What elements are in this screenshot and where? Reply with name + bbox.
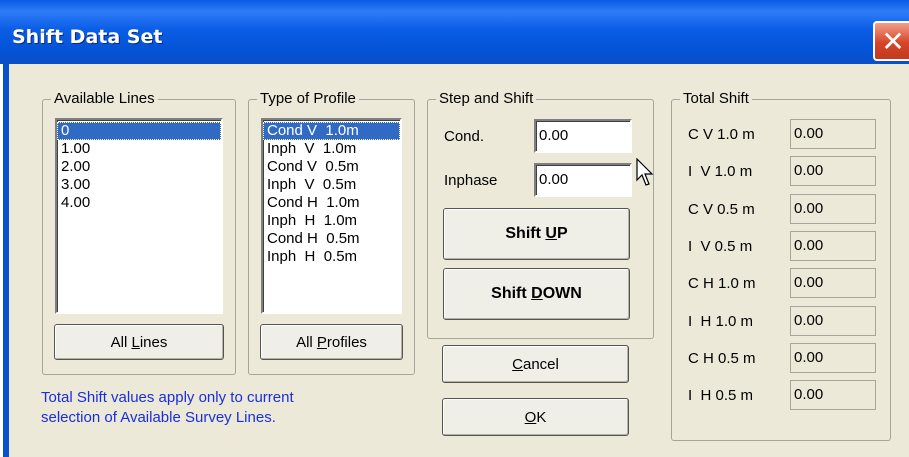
- list-item[interactable]: 4.00: [57, 194, 221, 212]
- list-item[interactable]: Inph H 0.5m: [263, 248, 400, 266]
- cancel-button[interactable]: Cancel: [442, 345, 629, 383]
- dialog-body: Available Lines 0 1.00 2.00 3.00 4.00 Al…: [9, 64, 909, 457]
- list-item[interactable]: 3.00: [57, 176, 221, 194]
- total-shift-row-value: 0.00: [790, 380, 876, 411]
- shift-down-button[interactable]: Shift DOWN: [443, 268, 630, 320]
- total-shift-row-label: C V 1.0 m: [688, 126, 755, 143]
- cond-label: Cond.: [444, 128, 485, 145]
- total-shift-row-value: 0.00: [790, 230, 876, 261]
- total-shift-legend: Total Shift: [680, 90, 752, 107]
- all-lines-button[interactable]: All Lines: [54, 324, 224, 360]
- list-item[interactable]: Cond V 1.0m: [263, 122, 400, 140]
- ok-button[interactable]: OK: [442, 398, 629, 436]
- shift-down-label: Shift DOWN: [491, 285, 582, 302]
- list-item[interactable]: Inph V 0.5m: [263, 176, 400, 194]
- total-shift-row-label: C V 0.5 m: [688, 200, 755, 218]
- all-profiles-label: All Profiles: [296, 333, 367, 351]
- inphase-input[interactable]: 0.00: [534, 163, 632, 197]
- shift-up-label: Shift UP: [505, 225, 568, 242]
- type-of-profile-group: Type of Profile Cond V 1.0m Inph V 1.0m …: [248, 90, 415, 375]
- list-item[interactable]: Inph H 1.0m: [263, 212, 400, 230]
- list-item[interactable]: Inph V 1.0m: [263, 140, 400, 158]
- ok-label: OK: [524, 408, 547, 426]
- info-note-line-1: Total Shift values apply only to current: [41, 389, 294, 406]
- total-shift-row-label: I H 0.5 m: [688, 387, 754, 405]
- window-border: [0, 64, 9, 457]
- close-icon: ✕: [881, 24, 905, 58]
- available-lines-group: Available Lines 0 1.00 2.00 3.00 4.00 Al…: [42, 90, 236, 375]
- total-shift-row-label: I H 1.0 m: [688, 312, 754, 330]
- total-shift-row-value: 0.00: [790, 305, 876, 336]
- list-item[interactable]: Cond H 0.5m: [263, 230, 400, 248]
- all-profiles-button[interactable]: All Profiles: [260, 324, 403, 360]
- total-shift-row-label: I V 0.5 m: [688, 237, 753, 255]
- window-title: Shift Data Set: [12, 26, 163, 48]
- shift-data-set-dialog: Shift Data Set ✕ Available Lines 0 1.00 …: [0, 0, 909, 457]
- type-of-profile-legend: Type of Profile: [257, 90, 359, 107]
- total-shift-group: Total Shift C V 1.0 m 0.00 I V 1.0 m 0.00 C …: [671, 90, 891, 441]
- cancel-label: Cancel: [512, 355, 559, 373]
- total-shift-row-value: 0.00: [790, 193, 876, 224]
- all-lines-label: All Lines: [110, 333, 168, 351]
- total-shift-row-label: I V 1.0 m: [688, 163, 753, 181]
- list-item[interactable]: 1.00: [57, 140, 221, 158]
- total-shift-row-label: C H 1.0 m: [688, 275, 756, 293]
- type-of-profile-listbox[interactable]: Cond V 1.0m Inph V 1.0m Cond V 0.5m Inph…: [261, 118, 402, 314]
- cond-input[interactable]: 0.00: [534, 119, 632, 153]
- info-note-line-2: selection of Available Survey Lines.: [41, 409, 276, 426]
- info-note: Total Shift values apply only to current…: [41, 388, 294, 428]
- list-item[interactable]: 0: [57, 122, 221, 140]
- list-item[interactable]: 2.00: [57, 158, 221, 176]
- close-button[interactable]: ✕: [873, 21, 909, 61]
- list-item[interactable]: Cond H 1.0m: [263, 194, 400, 212]
- available-lines-listbox[interactable]: 0 1.00 2.00 3.00 4.00: [55, 118, 223, 314]
- total-shift-row-value: 0.00: [790, 119, 876, 149]
- shift-up-button[interactable]: Shift UP: [443, 208, 630, 260]
- total-shift-row-label: C H 0.5 m: [688, 349, 756, 367]
- available-lines-legend: Available Lines: [51, 90, 158, 107]
- total-shift-row-value: 0.00: [790, 156, 876, 187]
- mouse-pointer-icon: [636, 158, 654, 186]
- list-item[interactable]: Cond V 0.5m: [263, 158, 400, 176]
- title-bar[interactable]: Shift Data Set ✕: [0, 0, 909, 64]
- total-shift-row-value: 0.00: [790, 342, 876, 373]
- step-and-shift-group: Step and Shift Cond. 0.00 Inphase 0.00 S…: [427, 90, 654, 339]
- inphase-label: Inphase: [444, 172, 498, 189]
- step-and-shift-legend: Step and Shift: [436, 90, 537, 107]
- total-shift-row-value: 0.00: [790, 268, 876, 299]
